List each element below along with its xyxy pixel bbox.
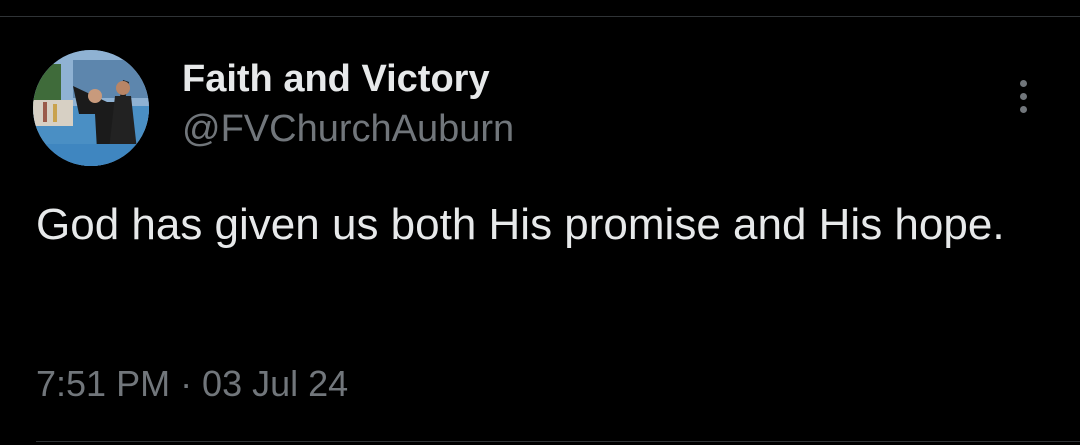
more-options-icon-dot [1020, 106, 1027, 113]
more-options-button[interactable] [1004, 74, 1044, 118]
bottom-divider [36, 441, 1080, 442]
more-options-icon-dot [1020, 93, 1027, 100]
top-divider [0, 16, 1080, 17]
tweet-timestamp[interactable]: 7:51 PM · 03 Jul 24 [36, 360, 348, 408]
tweet-header: Faith and Victory @FVChurchAuburn [182, 56, 514, 152]
display-name[interactable]: Faith and Victory [182, 56, 514, 102]
user-handle[interactable]: @FVChurchAuburn [182, 106, 514, 152]
tweet-text: God has given us both His promise and Hi… [36, 200, 1005, 249]
avatar-photo [33, 50, 149, 166]
more-options-icon [1020, 80, 1027, 87]
avatar[interactable] [33, 50, 149, 166]
